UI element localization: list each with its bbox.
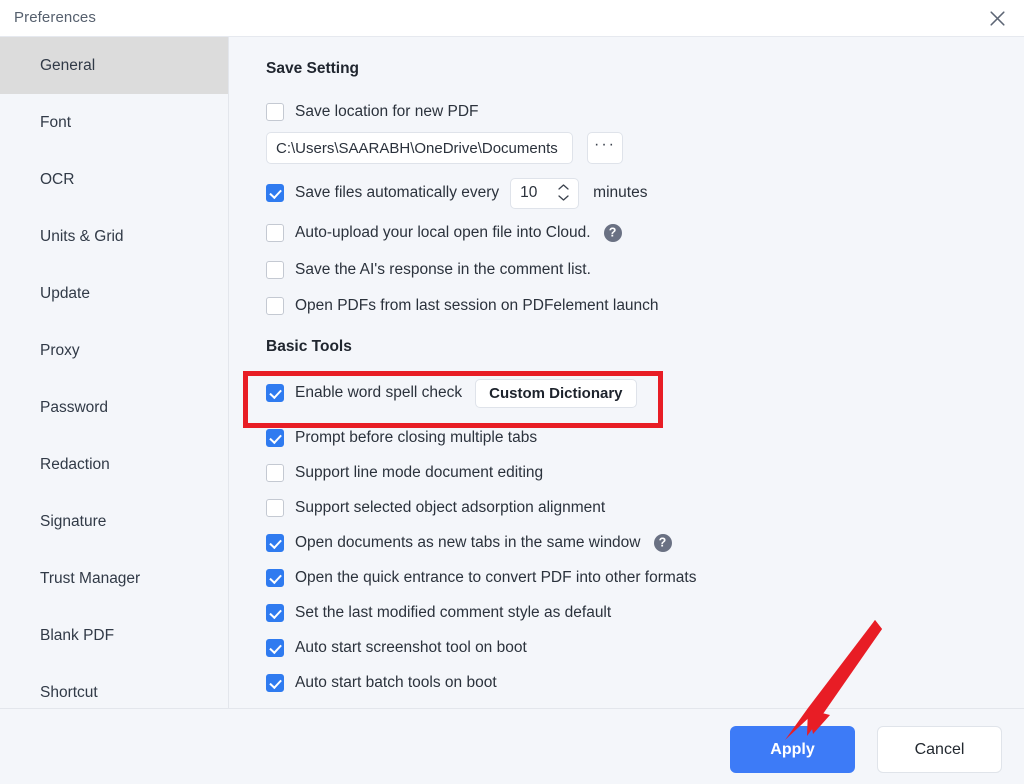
title-bar: Preferences [0,0,1024,37]
sidebar-item-blank-pdf[interactable]: Blank PDF [0,607,228,664]
sidebar-item-label: Font [40,114,71,132]
option-save-location[interactable]: Save location for new PDF [266,101,479,123]
autosave-interval-stepper[interactable] [510,178,579,209]
option-label: Enable word spell check [295,384,462,402]
sidebar-item-label: Trust Manager [40,570,140,588]
minutes-label: minutes [593,184,647,202]
checkbox-autosave[interactable] [266,184,284,202]
section-heading-basic-tools: Basic Tools [266,338,352,356]
preferences-dialog: Preferences General Font OCR Units & Gri… [0,0,1024,784]
footer-bar [0,708,1024,784]
apply-button[interactable]: Apply [730,726,855,773]
option-label: Open PDFs from last session on PDFelemen… [295,297,659,315]
option-label: Save location for new PDF [295,103,479,121]
sidebar-item-proxy[interactable]: Proxy [0,322,228,379]
sidebar-item-shortcut[interactable]: Shortcut [0,664,228,708]
sidebar-item-password[interactable]: Password [0,379,228,436]
help-icon[interactable]: ? [604,224,622,242]
save-path-row: ··· [266,132,623,164]
sidebar-item-label: General [40,57,95,75]
cancel-button[interactable]: Cancel [877,726,1002,773]
option-open-docs-new-tabs[interactable]: Open documents as new tabs in the same w… [266,532,672,554]
option-label: Save the AI's response in the comment li… [295,261,591,279]
checkbox-last-comment-style[interactable] [266,604,284,622]
chevron-up-icon [558,184,569,190]
option-label: Open documents as new tabs in the same w… [295,534,641,552]
custom-dictionary-button[interactable]: Custom Dictionary [475,379,636,408]
option-label: Save files automatically every [295,184,499,202]
option-autosave[interactable]: Save files automatically every minutes [266,182,647,204]
option-label: Support line mode document editing [295,464,543,482]
close-button[interactable] [974,1,1020,36]
checkbox-quick-entrance-convert[interactable] [266,569,284,587]
checkbox-open-last-session[interactable] [266,297,284,315]
option-label: Auto start batch tools on boot [295,674,497,692]
sidebar-item-ocr[interactable]: OCR [0,151,228,208]
checkbox-line-mode-editing[interactable] [266,464,284,482]
option-label: Auto start screenshot tool on boot [295,639,527,657]
sidebar-item-general[interactable]: General [0,37,228,94]
section-heading-save-setting: Save Setting [266,60,359,78]
sidebar-item-trust-manager[interactable]: Trust Manager [0,550,228,607]
checkbox-batch-tools-on-boot[interactable] [266,674,284,692]
save-path-input[interactable] [266,132,573,164]
option-screenshot-on-boot[interactable]: Auto start screenshot tool on boot [266,637,527,659]
sidebar-item-label: Update [40,285,90,303]
option-spell-check[interactable]: Enable word spell check Custom Dictionar… [266,382,637,404]
chevron-down-icon [558,195,569,201]
option-save-ai-response[interactable]: Save the AI's response in the comment li… [266,259,591,281]
sidebar: General Font OCR Units & Grid Update Pro… [0,37,229,708]
option-adsorption-alignment[interactable]: Support selected object adsorption align… [266,497,605,519]
checkbox-screenshot-on-boot[interactable] [266,639,284,657]
checkbox-adsorption-alignment[interactable] [266,499,284,517]
stepper-arrows[interactable] [558,184,569,201]
option-prompt-closing-tabs[interactable]: Prompt before closing multiple tabs [266,427,537,449]
sidebar-item-label: Password [40,399,108,417]
checkbox-save-location[interactable] [266,103,284,121]
ellipsis-icon: ··· [594,137,616,153]
option-quick-entrance-convert[interactable]: Open the quick entrance to convert PDF i… [266,567,696,589]
option-label: Open the quick entrance to convert PDF i… [295,569,696,587]
sidebar-item-label: Redaction [40,456,110,474]
option-batch-tools-on-boot[interactable]: Auto start batch tools on boot [266,672,497,694]
sidebar-item-signature[interactable]: Signature [0,493,228,550]
sidebar-item-units-grid[interactable]: Units & Grid [0,208,228,265]
checkbox-auto-upload-cloud[interactable] [266,224,284,242]
option-label: Auto-upload your local open file into Cl… [295,224,591,242]
sidebar-item-label: Proxy [40,342,80,360]
sidebar-item-label: Signature [40,513,106,531]
option-last-comment-style[interactable]: Set the last modified comment style as d… [266,602,611,624]
checkbox-save-ai-response[interactable] [266,261,284,279]
help-icon[interactable]: ? [654,534,672,552]
close-icon [989,10,1006,27]
option-open-last-session[interactable]: Open PDFs from last session on PDFelemen… [266,295,659,317]
option-line-mode-editing[interactable]: Support line mode document editing [266,462,543,484]
sidebar-item-label: Units & Grid [40,228,124,246]
checkbox-open-docs-new-tabs[interactable] [266,534,284,552]
checkbox-prompt-closing-tabs[interactable] [266,429,284,447]
sidebar-item-label: Blank PDF [40,627,114,645]
sidebar-item-label: Shortcut [40,684,98,702]
option-label: Prompt before closing multiple tabs [295,429,537,447]
browse-button[interactable]: ··· [587,132,623,164]
sidebar-item-label: OCR [40,171,74,189]
autosave-interval-input[interactable] [511,183,553,203]
sidebar-item-font[interactable]: Font [0,94,228,151]
option-auto-upload-cloud[interactable]: Auto-upload your local open file into Cl… [266,222,622,244]
sidebar-item-update[interactable]: Update [0,265,228,322]
option-label: Set the last modified comment style as d… [295,604,611,622]
checkbox-spell-check[interactable] [266,384,284,402]
sidebar-item-redaction[interactable]: Redaction [0,436,228,493]
page-title: Preferences [14,9,96,26]
option-label: Support selected object adsorption align… [295,499,605,517]
settings-panel: Save Setting Save location for new PDF ·… [230,37,1024,708]
